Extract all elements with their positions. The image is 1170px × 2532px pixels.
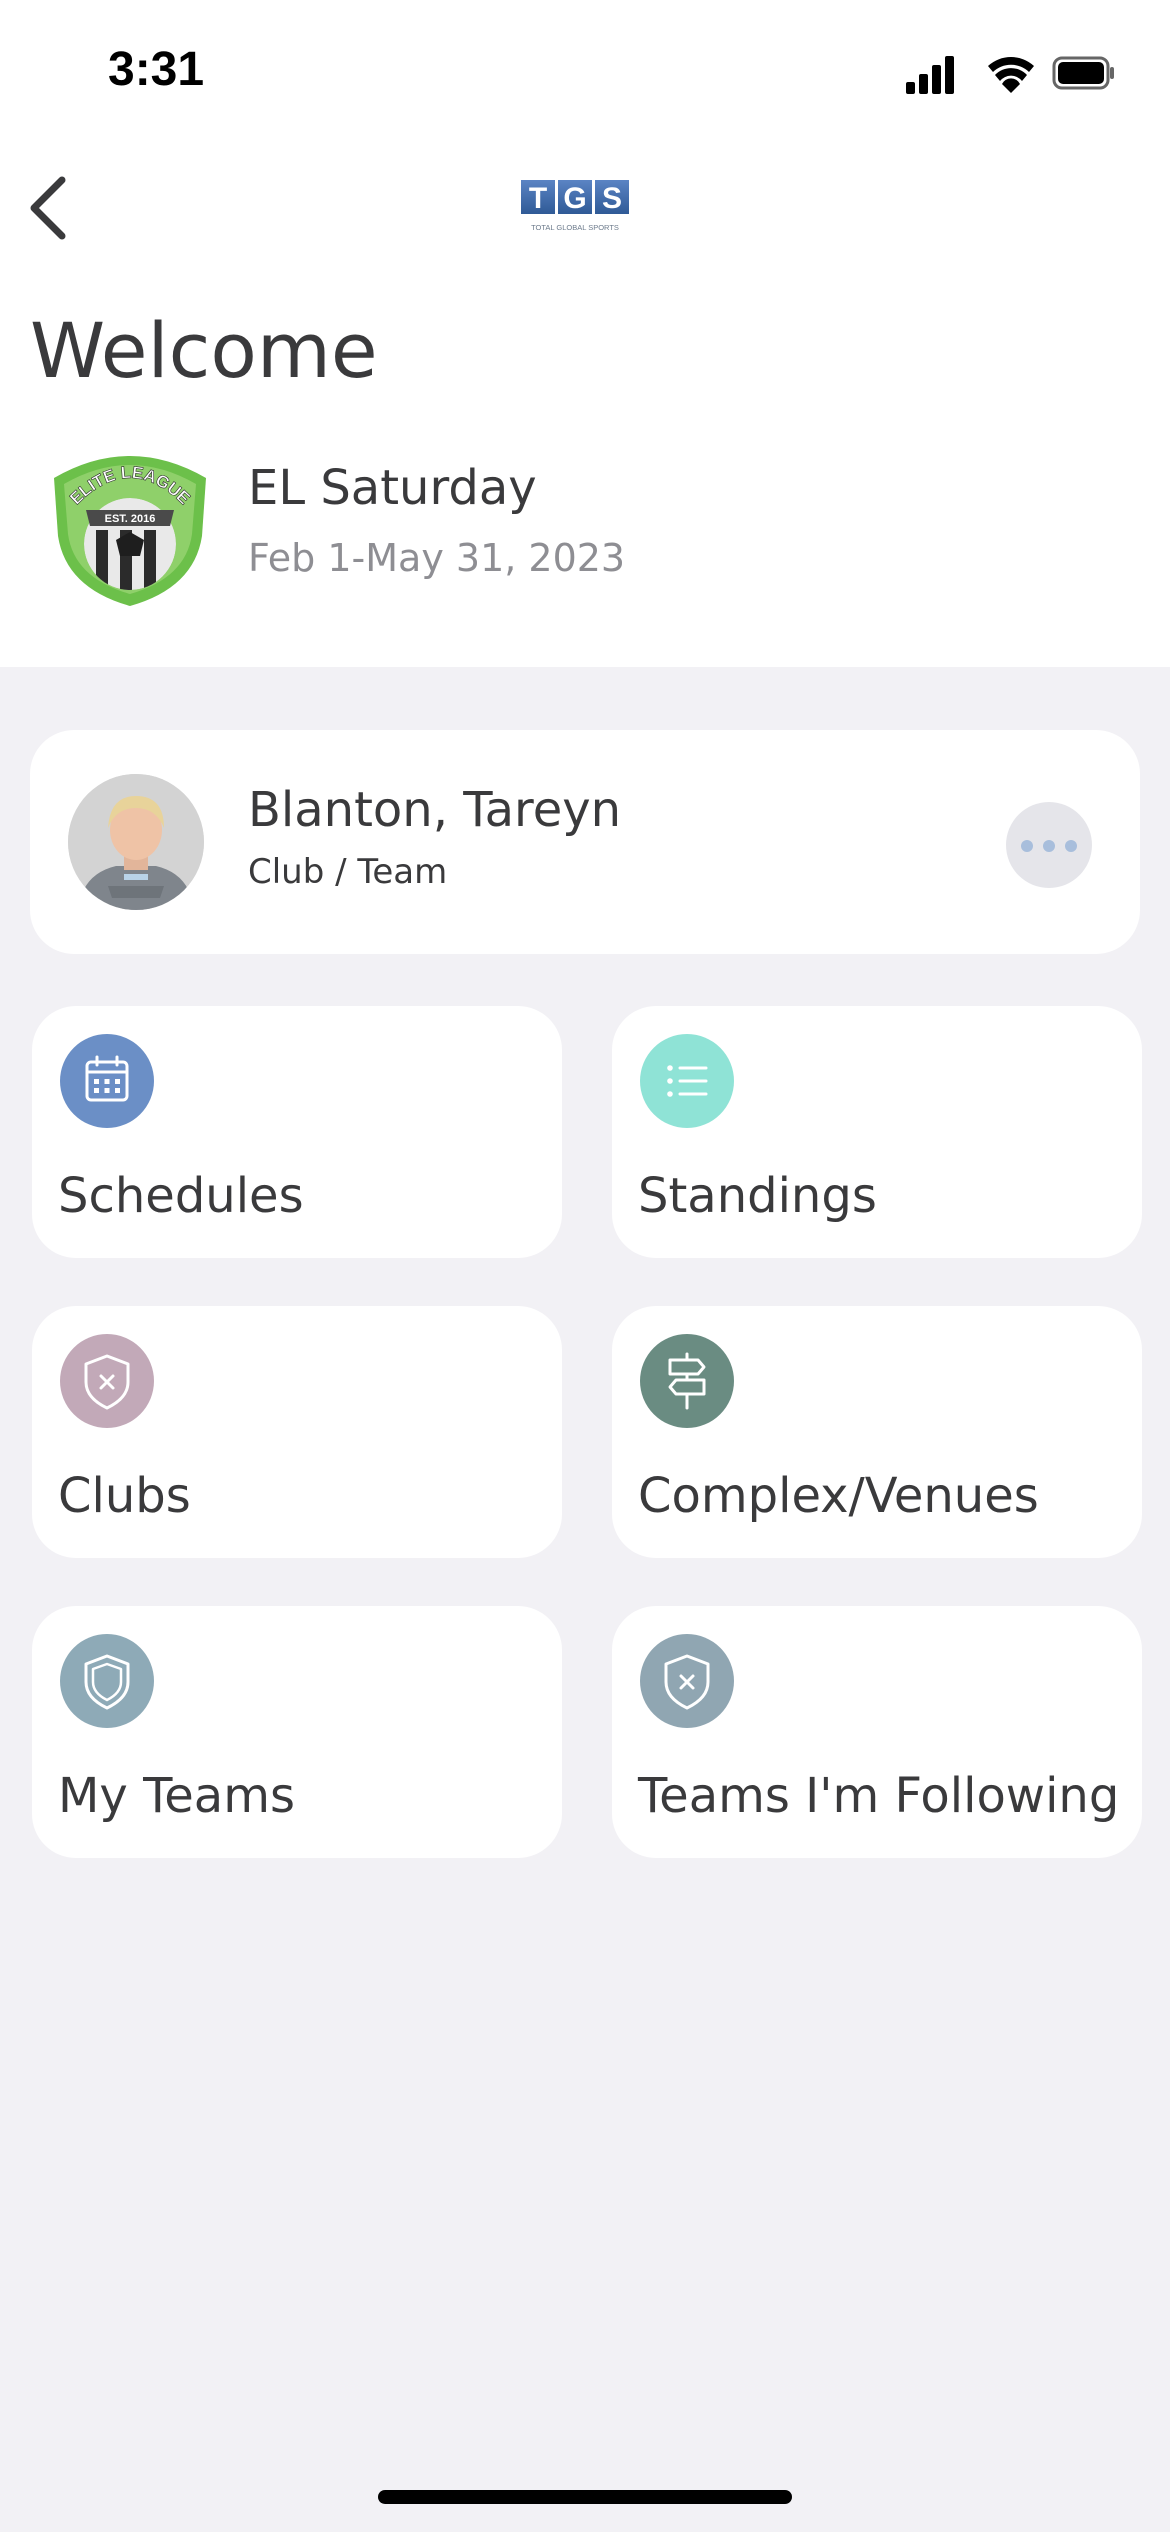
profile-role: Club / Team [248,852,448,892]
status-icons [906,56,1114,94]
schedules-tile[interactable]: Schedules [32,1006,562,1258]
shield-x-icon [640,1634,734,1728]
profile-name: Blanton, Tareyn [248,782,622,838]
profile-card[interactable]: Blanton, Tareyn Club / Team [30,730,1140,954]
tgs-logo: T G S TOTAL GLOBAL SPORTS [521,180,629,232]
avatar [68,774,204,910]
ellipsis-icon [1021,840,1033,852]
more-options-button[interactable] [1006,802,1092,888]
my-teams-tile[interactable]: My Teams [32,1606,562,1858]
standings-label: Standings [638,1168,877,1224]
event-dates: Feb 1-May 31, 2023 [248,536,626,580]
schedules-label: Schedules [58,1168,304,1224]
svg-text:G: G [563,182,586,215]
svg-text:T: T [529,182,547,215]
signal-icon [906,56,954,94]
clubs-label: Clubs [58,1468,191,1524]
battery-icon [1052,56,1114,90]
elite-league-logo: EST. 2016 ELITE LEAGUE [54,456,206,606]
shield-x-icon [60,1334,154,1428]
my-teams-label: My Teams [58,1768,295,1824]
shield-icon [60,1634,154,1728]
complex-venues-tile[interactable]: Complex/Venues [612,1306,1142,1558]
chevron-left-icon [30,176,66,240]
svg-text:TOTAL GLOBAL SPORTS: TOTAL GLOBAL SPORTS [531,223,619,232]
teams-following-tile[interactable]: Teams I'm Following [612,1606,1142,1858]
status-time: 3:31 [108,43,205,96]
clubs-tile[interactable]: Clubs [32,1306,562,1558]
home-indicator[interactable] [378,2490,792,2504]
page-title: Welcome [30,306,378,395]
calendar-icon [60,1034,154,1128]
svg-text:EST. 2016: EST. 2016 [105,513,156,525]
event-name: EL Saturday [248,460,537,516]
signpost-icon [640,1334,734,1428]
back-button[interactable] [20,168,90,248]
complex-venues-label: Complex/Venues [638,1468,1039,1524]
list-icon [640,1034,734,1128]
teams-following-label: Teams I'm Following [638,1768,1120,1824]
standings-tile[interactable]: Standings [612,1006,1142,1258]
svg-text:S: S [602,182,622,215]
wifi-icon [988,57,1034,93]
